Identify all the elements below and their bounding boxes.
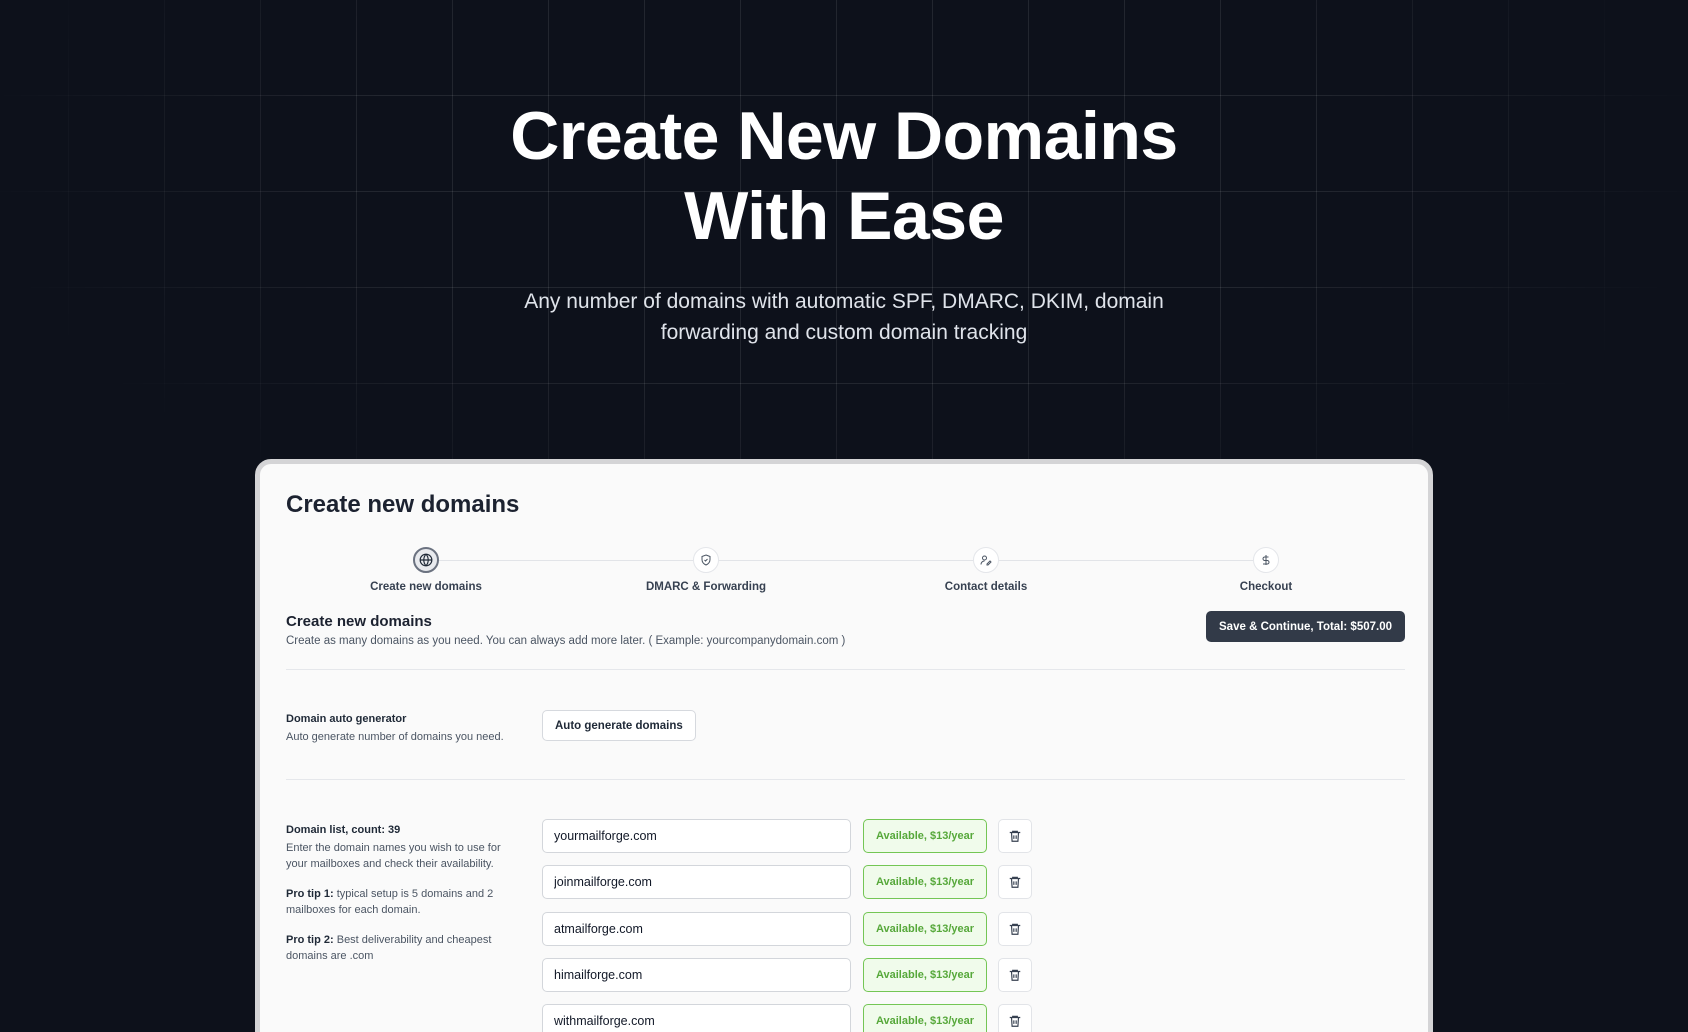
step-contact-details[interactable]: Contact details	[886, 546, 1086, 593]
trash-icon	[1009, 877, 1021, 889]
availability-badge: Available, $13/year	[863, 819, 987, 853]
delete-button[interactable]	[998, 819, 1032, 853]
hero: Create New Domains With Ease Any number …	[0, 96, 1688, 348]
availability-badge: Available, $13/year	[863, 911, 987, 946]
divider	[286, 779, 1405, 780]
divider	[286, 669, 1405, 670]
list-item: Available, $13/year	[542, 957, 1042, 992]
delete-button[interactable]	[998, 865, 1032, 900]
pro-tip-2: Pro tip 2: Best deliverability and cheap…	[286, 934, 492, 962]
availability-badge: Available, $13/year	[863, 1004, 987, 1032]
availability-badge: Available, $13/year	[863, 865, 987, 900]
delete-button[interactable]	[998, 957, 1032, 992]
hero-title: Create New Domains With Ease	[510, 98, 1178, 254]
auto-generator-desc: Auto generate number of domains you need…	[286, 731, 504, 743]
stepper: Create new domains DMARC & Forwarding Co…	[286, 546, 1406, 606]
domain-input[interactable]	[542, 865, 851, 900]
pro-tip-1: Pro tip 1: typical setup is 5 domains an…	[286, 888, 494, 916]
globe-icon	[413, 547, 439, 573]
delete-button[interactable]	[998, 1004, 1032, 1032]
user-pen-icon	[973, 547, 999, 573]
shield-check-icon	[693, 547, 719, 573]
stepper-line	[426, 560, 1266, 561]
domain-input[interactable]	[542, 957, 851, 992]
step-label: Create new domains	[370, 581, 482, 593]
availability-badge: Available, $13/year	[863, 957, 987, 992]
step-label: Checkout	[1239, 581, 1293, 593]
step-label: DMARC & Forwarding	[645, 581, 767, 593]
section-description: Create as many domains as you need. You …	[286, 635, 846, 647]
list-item: Available, $13/year	[542, 819, 1042, 853]
app-window: Create new domains Create new domains DM…	[255, 459, 1433, 1032]
list-item: Available, $13/year	[542, 1004, 1042, 1032]
step-label: Contact details	[944, 581, 1028, 593]
domain-input[interactable]	[542, 819, 851, 853]
trash-icon	[1009, 1015, 1021, 1028]
step-checkout[interactable]: Checkout	[1166, 546, 1366, 593]
dollar-icon	[1253, 547, 1279, 573]
step-dmarc-forwarding[interactable]: DMARC & Forwarding	[606, 546, 806, 593]
list-item: Available, $13/year	[542, 911, 1042, 946]
page-title: Create new domains	[286, 491, 520, 518]
auto-generator-label: Domain auto generator	[286, 713, 407, 725]
trash-icon	[1009, 923, 1021, 935]
list-item: Available, $13/year	[542, 865, 1042, 900]
section-title: Create new domains	[286, 613, 432, 630]
domain-input[interactable]	[542, 1004, 851, 1032]
domain-list: Available, $13/year Available, $13/year …	[542, 819, 1042, 1032]
trash-icon	[1009, 969, 1021, 981]
domain-list-desc: Enter the domain names you wish to use f…	[286, 842, 501, 870]
domain-list-label: Domain list, count: 39	[286, 824, 401, 836]
delete-button[interactable]	[998, 911, 1032, 946]
hero-subtitle: Any number of domains with automatic SPF…	[524, 290, 1164, 344]
auto-generate-button[interactable]: Auto generate domains	[542, 710, 696, 741]
step-create-domains[interactable]: Create new domains	[326, 546, 526, 593]
save-continue-button[interactable]: Save & Continue, Total: $507.00	[1206, 611, 1405, 642]
trash-icon	[1009, 830, 1021, 842]
domain-input[interactable]	[542, 911, 851, 946]
